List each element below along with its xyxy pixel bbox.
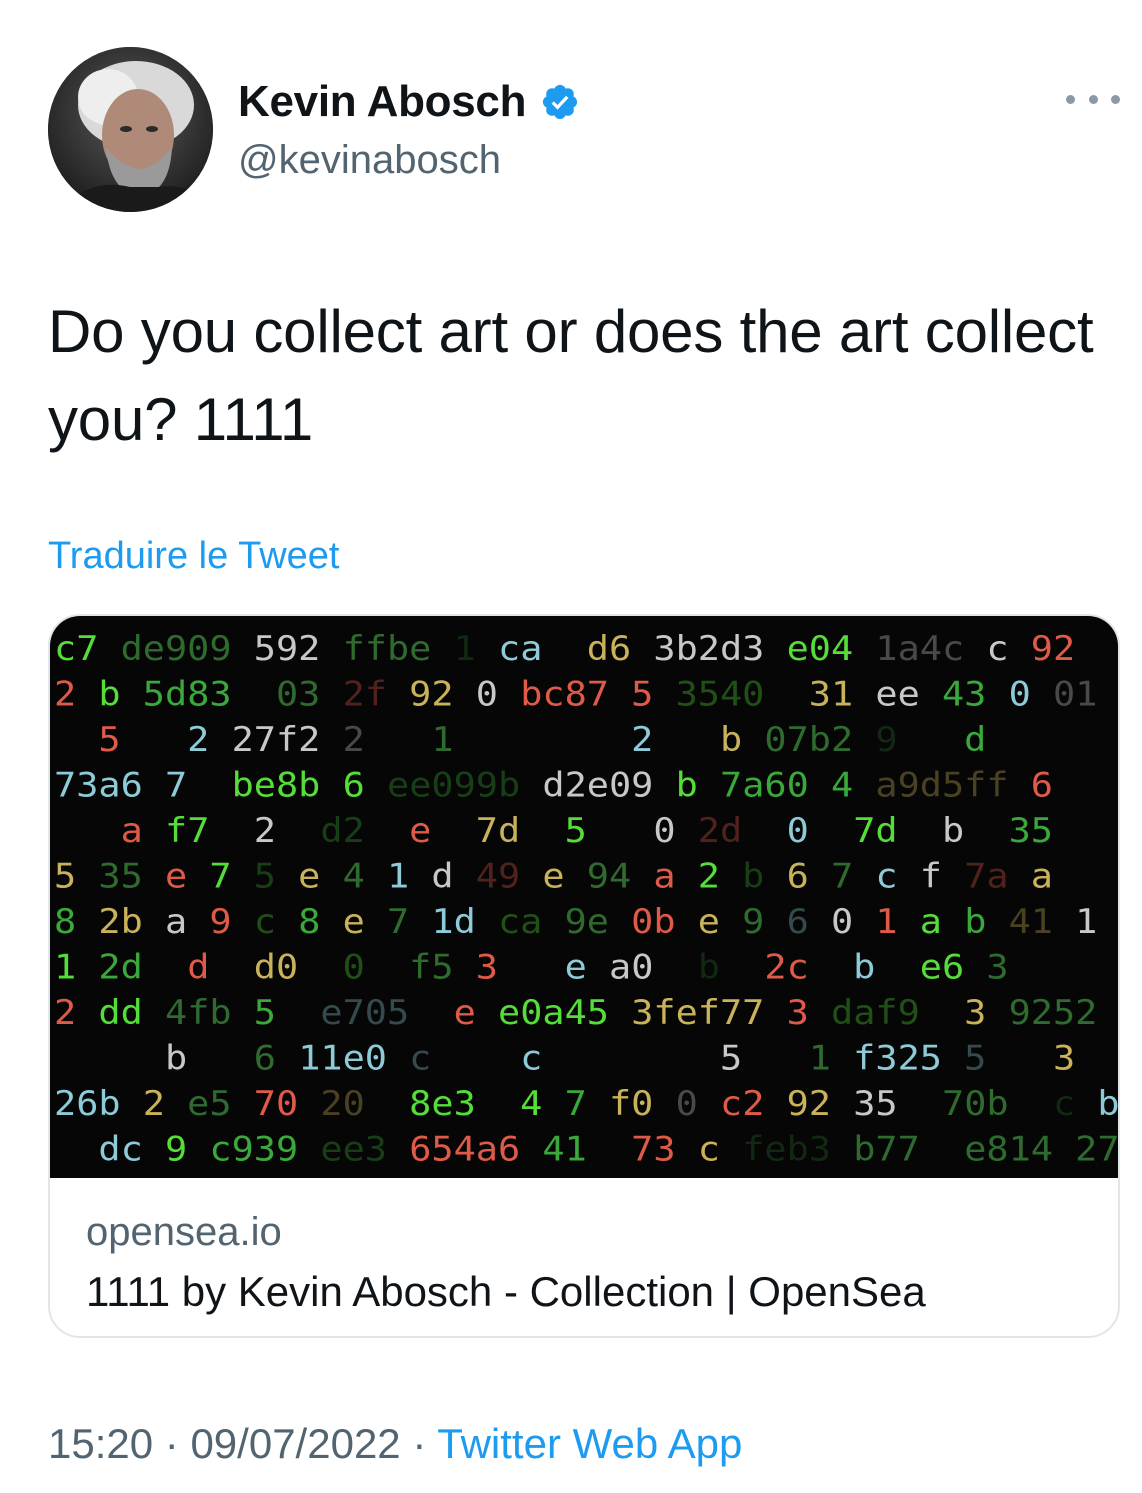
link-card[interactable]: c7 de909 592 ffbe 1 ca d6 3b2d3 e04 1a4c… [48, 614, 1120, 1338]
verified-badge-icon [543, 84, 578, 120]
matrix-row: dc 9 c939 ee3 654a6 41 73 c feb3 b77 e81… [54, 1130, 1120, 1170]
card-image[interactable]: c7 de909 592 ffbe 1 ca d6 3b2d3 e04 1a4c… [50, 616, 1120, 1178]
matrix-row: a f7 2 d2 e 7d 5 0 2d 0 7d b 35 [54, 811, 1053, 851]
translate-tweet-link[interactable]: Traduire le Tweet [48, 533, 339, 579]
matrix-row: c7 de909 592 ffbe 1 ca d6 3b2d3 e04 1a4c… [54, 629, 1075, 669]
matrix-row: 2 b 5d83 03 2f 92 0 bc87 5 3540 31 ee 43… [54, 675, 1097, 715]
card-title: 1111 by Kevin Abosch - Collection | Open… [86, 1268, 926, 1315]
author-name-row[interactable]: Kevin Abosch [238, 76, 580, 128]
matrix-row: 73a6 7 be8b 6 ee099b d2e09 b 7a60 4 a9d5… [54, 766, 1053, 806]
more-dot [1066, 94, 1075, 104]
avatar-portrait-icon [48, 47, 213, 212]
matrix-row: 5 35 e 7 5 e 4 1 d 49 e 94 a 2 b 6 7 c f… [54, 857, 1053, 897]
author-avatar[interactable] [48, 47, 213, 212]
matrix-row: b 6 11e0 c c 5 1 f325 5 3 [54, 1039, 1075, 1079]
more-dot [1088, 94, 1098, 104]
tweet-footer: 15:20 · 09/07/2022 · Twitter Web App [48, 1418, 742, 1470]
card-meta[interactable]: opensea.io 1111 by Kevin Abosch - Collec… [86, 1208, 926, 1318]
card-domain: opensea.io [86, 1210, 282, 1254]
tweet-date[interactable]: 09/07/2022 [190, 1420, 400, 1467]
footer-separator: · [412, 1420, 427, 1467]
footer-separator: · [164, 1420, 179, 1467]
matrix-row: 26b 2 e5 70 20 8e3 4 7 f0 0 c2 92 35 70b… [54, 1084, 1120, 1124]
tweet-text: Do you collect art or does the art colle… [48, 298, 1094, 453]
tweet-header: Kevin Abosch @kevinabosch [0, 0, 1142, 230]
more-dot [1111, 94, 1120, 104]
more-options-icon[interactable] [1066, 82, 1120, 116]
tweet-source-app[interactable]: Twitter Web App [437, 1420, 742, 1467]
hex-code-matrix-image: c7 de909 592 ffbe 1 ca d6 3b2d3 e04 1a4c… [54, 629, 1120, 1170]
tweet-time[interactable]: 15:20 [48, 1420, 153, 1467]
author-display-name[interactable]: Kevin Abosch [238, 76, 526, 128]
matrix-row: 1 2d d d0 0 f5 3 e a0 b 2c b e6 3 [54, 948, 1009, 988]
matrix-row: 5 2 27f2 2 1 2 b 07b2 9 d [54, 720, 986, 760]
matrix-row: 8 2b a 9 c 8 e 7 1d ca 9e 0b e 9 6 0 1 a… [54, 902, 1097, 942]
matrix-row: 2 dd 4fb 5 e705 e e0a45 3fef77 3 daf9 3 … [54, 993, 1097, 1033]
author-handle[interactable]: @kevinabosch [238, 136, 501, 184]
